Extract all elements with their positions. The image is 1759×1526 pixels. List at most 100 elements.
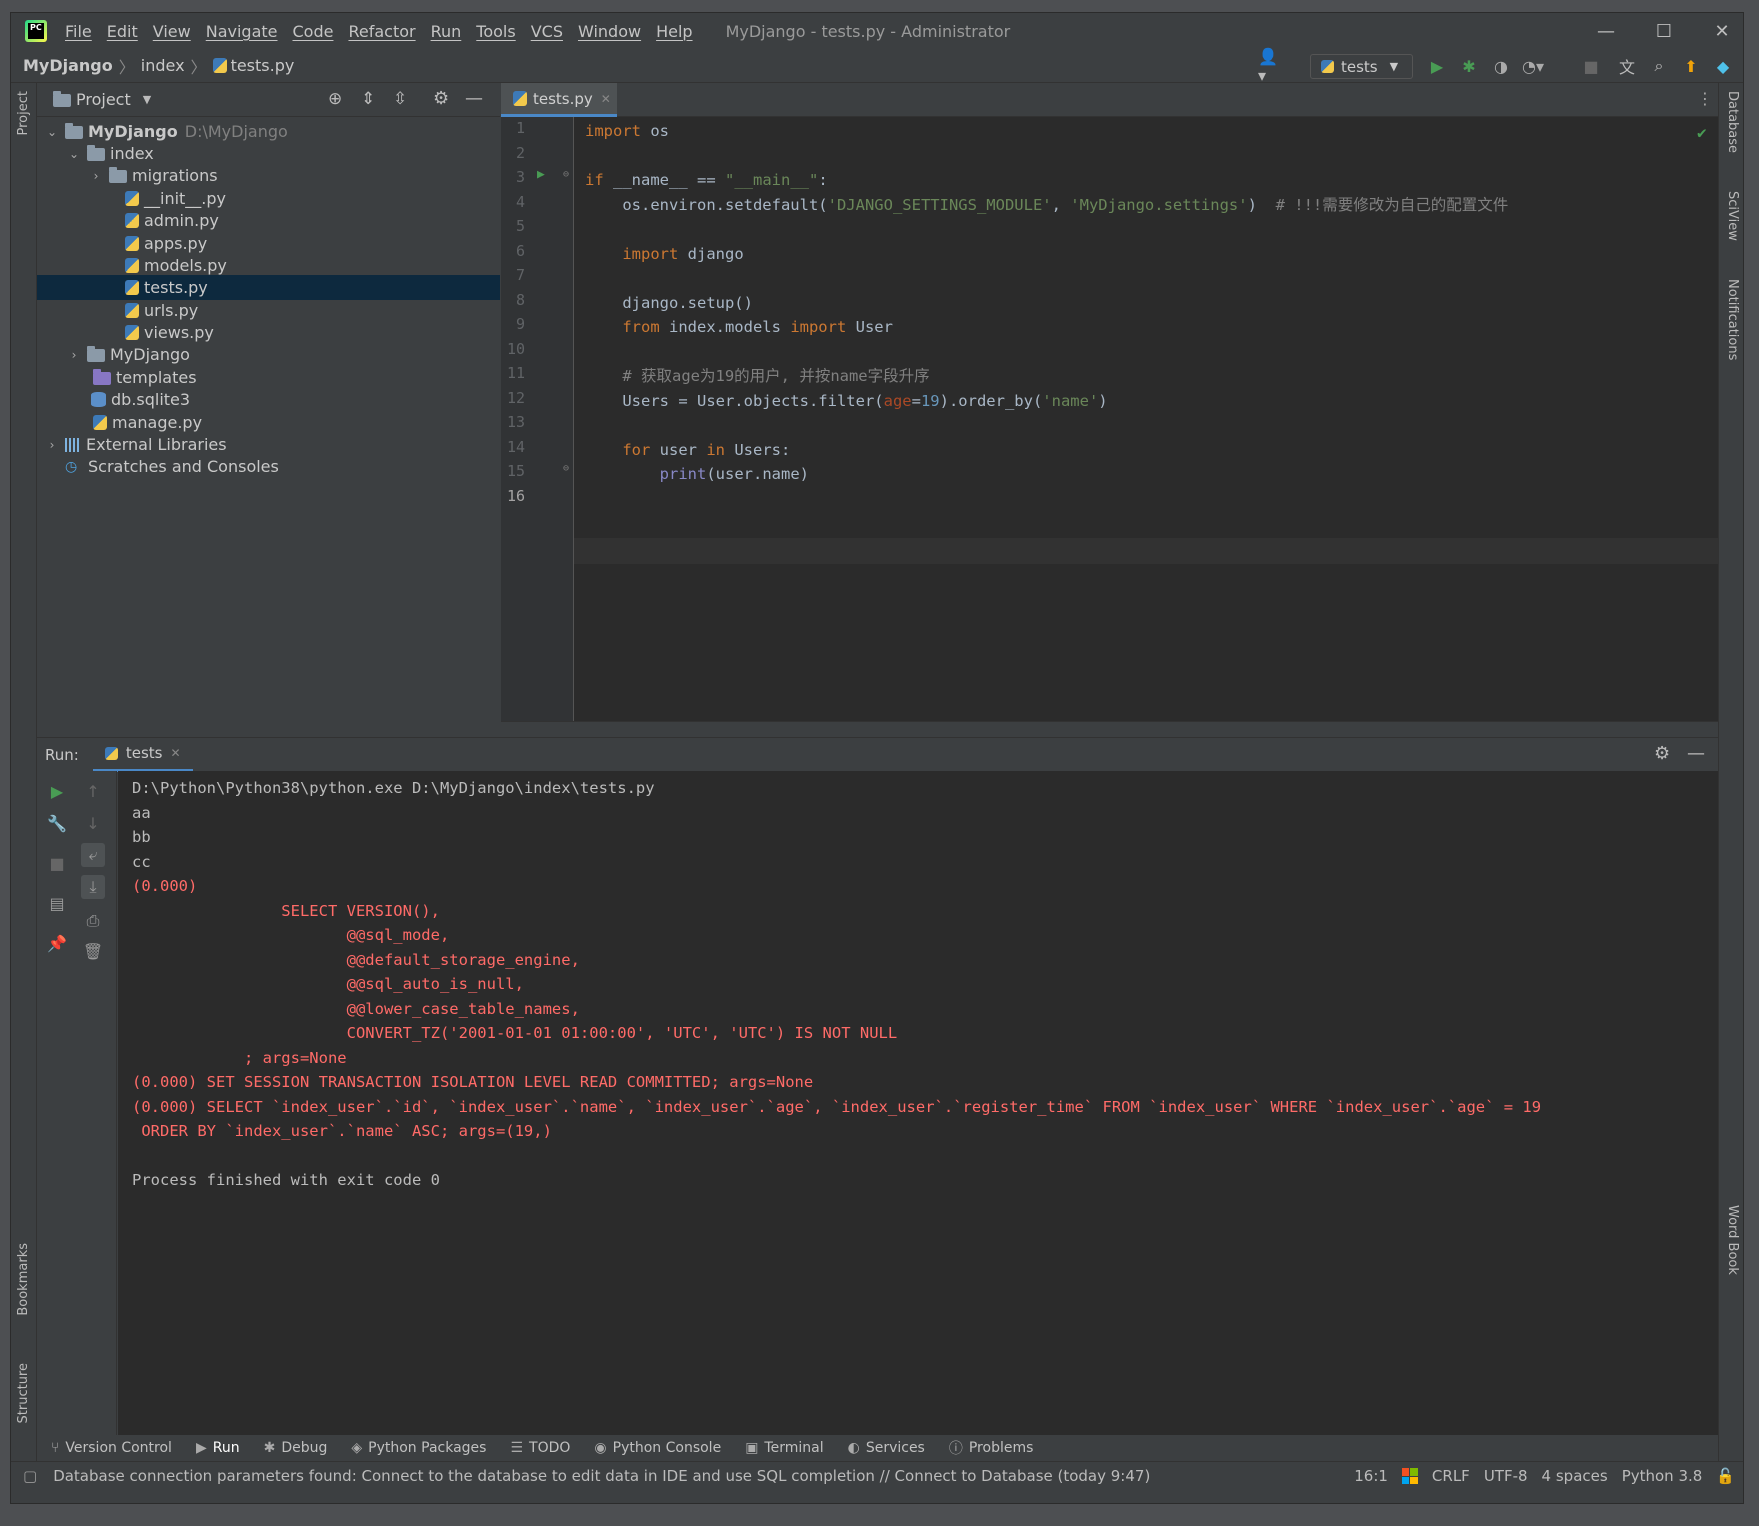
- menu-run[interactable]: Run: [431, 22, 462, 41]
- code-editor[interactable]: 1 2 3 4 5 6 7 8 9 10 11 12 13 14 15 16 ▶…: [501, 117, 1718, 721]
- print-icon[interactable]: ⎙: [81, 909, 105, 933]
- menu-window[interactable]: Window: [578, 22, 641, 41]
- file-encoding[interactable]: UTF-8: [1484, 1467, 1528, 1485]
- hide-panel-icon[interactable]: —: [465, 88, 483, 109]
- tool-tab-version-control[interactable]: ⑂ Version Control: [51, 1440, 172, 1456]
- sciview-tool-button[interactable]: SciView: [1725, 191, 1740, 241]
- soft-wrap-icon[interactable]: ⤶: [81, 843, 105, 867]
- project-panel-title[interactable]: Project: [76, 90, 131, 109]
- coverage-icon[interactable]: ◑: [1489, 55, 1513, 77]
- menu-help[interactable]: Help: [656, 22, 692, 41]
- status-message[interactable]: Database connection parameters found: Co…: [53, 1467, 1150, 1485]
- tool-tab-todo[interactable]: ☰ TODO: [510, 1440, 570, 1456]
- chevron-down-icon[interactable]: ▼: [143, 93, 151, 106]
- pin-icon[interactable]: 📌: [45, 931, 69, 955]
- lock-icon[interactable]: 🔓: [1716, 1467, 1735, 1485]
- tool-tab-problems[interactable]: ⓘ Problems: [949, 1438, 1034, 1458]
- run-icon[interactable]: ▶: [1425, 55, 1449, 77]
- tool-tab-terminal[interactable]: ▣ Terminal: [745, 1440, 823, 1456]
- bookmarks-tool-button[interactable]: Bookmarks: [16, 1243, 31, 1316]
- collapse-all-icon[interactable]: ⇳: [393, 89, 407, 109]
- tree-item-tests-py[interactable]: tests.py: [37, 275, 500, 300]
- indent-setting[interactable]: 4 spaces: [1542, 1467, 1608, 1485]
- debug-icon[interactable]: ✱: [1457, 55, 1481, 77]
- translate-icon[interactable]: 文: [1615, 55, 1639, 77]
- more-options-icon[interactable]: ⋮: [1697, 89, 1713, 108]
- menu-navigate[interactable]: Navigate: [206, 22, 278, 41]
- expand-all-icon[interactable]: ⇕: [361, 89, 375, 109]
- profile-icon[interactable]: ◔▾: [1521, 55, 1545, 77]
- menu-refactor[interactable]: Refactor: [348, 22, 415, 41]
- menu-vcs[interactable]: VCS: [531, 22, 563, 41]
- tree-item-mydjango-package[interactable]: › MyDjango: [37, 342, 500, 367]
- chevron-right-icon[interactable]: ›: [45, 438, 59, 452]
- gear-icon[interactable]: ⚙: [1654, 743, 1670, 764]
- scroll-to-end-icon[interactable]: ⤓: [81, 875, 105, 899]
- breadcrumb-file[interactable]: tests.py: [231, 56, 295, 75]
- layout-icon[interactable]: ▤: [45, 891, 69, 915]
- stop-icon[interactable]: ■: [45, 851, 69, 875]
- tool-tab-python-packages[interactable]: ◈ Python Packages: [351, 1440, 486, 1456]
- python-file-icon: [513, 91, 527, 106]
- run-tab-tests[interactable]: tests ✕: [92, 738, 193, 772]
- tree-item-scratches[interactable]: ◷ Scratches and Consoles: [37, 454, 500, 479]
- close-tab-icon[interactable]: ✕: [601, 92, 611, 106]
- word-book-tool-button[interactable]: Word Book: [1725, 1205, 1740, 1275]
- python-interpreter[interactable]: Python 3.8: [1622, 1467, 1703, 1485]
- python-file-icon: [93, 415, 107, 430]
- rerun-icon[interactable]: ▶: [45, 779, 69, 803]
- wrench-icon[interactable]: 🔧: [45, 811, 69, 835]
- tree-item-admin-py[interactable]: admin.py: [37, 208, 500, 233]
- arrow-up-icon[interactable]: ↑: [81, 779, 105, 803]
- python-file-icon: [125, 236, 139, 251]
- editor-horizontal-scrollbar[interactable]: [501, 721, 1718, 737]
- tree-item-db-sqlite3[interactable]: db.sqlite3: [37, 387, 500, 412]
- run-configuration-selector[interactable]: tests ▼: [1310, 54, 1413, 79]
- code-with-me-icon[interactable]: ◆: [1711, 55, 1735, 77]
- code-line: Users = User.objects.filter(age=19).orde…: [585, 392, 1108, 410]
- chevron-right-icon[interactable]: ›: [89, 169, 103, 183]
- minimize-button[interactable]: —: [1577, 13, 1635, 49]
- hide-panel-icon[interactable]: —: [1687, 743, 1705, 764]
- breadcrumb-folder[interactable]: index: [141, 56, 185, 75]
- database-tool-button[interactable]: Database: [1725, 91, 1740, 153]
- breadcrumb-project[interactable]: MyDjango: [23, 56, 113, 75]
- arrow-down-icon[interactable]: ↓: [81, 811, 105, 835]
- tool-tab-python-console[interactable]: ◉ Python Console: [594, 1440, 721, 1456]
- menu-code[interactable]: Code: [293, 22, 334, 41]
- chevron-down-icon[interactable]: ⌄: [45, 125, 59, 139]
- caret-position[interactable]: 16:1: [1354, 1467, 1388, 1485]
- structure-tool-button[interactable]: Structure: [16, 1363, 31, 1423]
- tree-item-migrations[interactable]: › migrations: [37, 163, 500, 188]
- close-window-button[interactable]: ✕: [1693, 13, 1743, 49]
- menu-view[interactable]: View: [153, 22, 191, 41]
- maximize-button[interactable]: ☐: [1635, 13, 1693, 49]
- code-line: os.environ.setdefault('DJANGO_SETTINGS_M…: [585, 196, 1509, 214]
- trash-icon[interactable]: 🗑: [81, 939, 105, 963]
- run-console-output[interactable]: D:\Python\Python38\python.exe D:\MyDjang…: [118, 771, 1718, 1435]
- tree-item-label: External Libraries: [86, 435, 227, 454]
- tool-tab-run[interactable]: ▶ Run: [196, 1440, 240, 1456]
- panel-toggle-icon[interactable]: ▢: [23, 1467, 37, 1485]
- menu-edit[interactable]: Edit: [107, 22, 138, 41]
- gear-icon[interactable]: ⚙: [433, 88, 449, 109]
- update-icon[interactable]: ⬆: [1679, 55, 1703, 77]
- chevron-right-icon[interactable]: ›: [67, 348, 81, 362]
- fold-icon[interactable]: ⊖: [563, 169, 569, 180]
- tool-tab-services[interactable]: ◐ Services: [848, 1440, 925, 1456]
- fold-end-icon[interactable]: ⊖: [563, 463, 569, 474]
- chevron-down-icon[interactable]: ⌄: [67, 147, 81, 161]
- tab-tests-py[interactable]: tests.py ✕: [501, 83, 617, 117]
- close-tab-icon[interactable]: ✕: [170, 746, 180, 760]
- user-account-icon[interactable]: 👤▾: [1258, 47, 1282, 85]
- project-tool-button[interactable]: Project: [16, 91, 31, 135]
- menu-tools[interactable]: Tools: [476, 22, 515, 41]
- line-separator[interactable]: CRLF: [1432, 1467, 1470, 1485]
- run-gutter-icon[interactable]: ▶: [537, 167, 545, 182]
- search-icon[interactable]: ⌕: [1647, 55, 1671, 77]
- menu-file[interactable]: File: [65, 22, 92, 41]
- locate-file-icon[interactable]: ⊕: [328, 89, 342, 109]
- tool-tab-debug[interactable]: ✱ Debug: [264, 1440, 328, 1456]
- stop-icon[interactable]: ■: [1579, 55, 1603, 77]
- notifications-tool-button[interactable]: Notifications: [1725, 279, 1740, 360]
